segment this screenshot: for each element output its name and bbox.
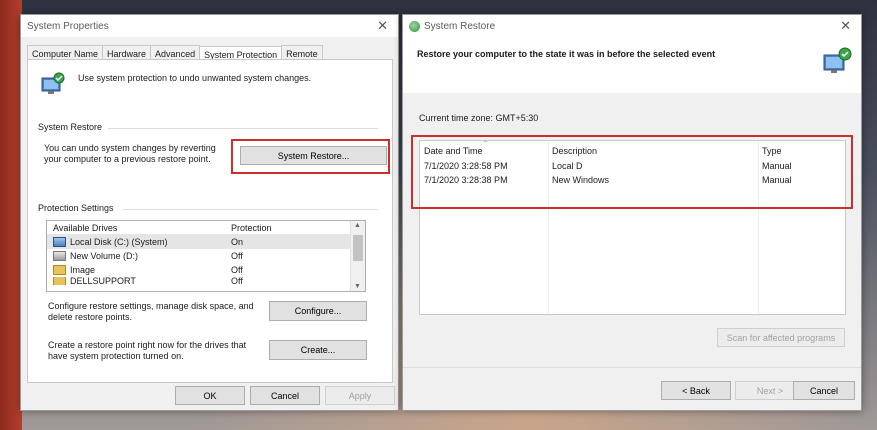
window-title: System Properties [27, 20, 109, 32]
cancel-button[interactable]: Cancel [793, 381, 855, 400]
system-properties-window: System Properties ✕ Computer Name Hardwa… [20, 14, 399, 411]
create-button[interactable]: Create... [269, 340, 367, 360]
drives-scrollbar[interactable]: ▲ ▼ [350, 221, 365, 291]
configure-button[interactable]: Configure... [269, 301, 367, 321]
drive-name: New Volume (D:) [70, 250, 139, 261]
restore-heading: Restore your computer to the state it wa… [417, 49, 716, 59]
system-restore-description: You can undo system changes by reverting… [44, 143, 216, 164]
highlight-box [411, 135, 853, 209]
window-title: System Restore [424, 20, 496, 32]
system-restore-title-icon [409, 20, 420, 32]
intro-text: Use system protection to undo unwanted s… [78, 73, 312, 83]
scroll-down-icon[interactable]: ▼ [354, 283, 361, 290]
create-description: Create a restore point right now for the… [48, 340, 247, 361]
system-protection-panel: Use system protection to undo unwanted s… [27, 59, 393, 383]
drives-list[interactable]: Available Drives Protection Local Disk (… [46, 220, 366, 292]
group-divider [108, 128, 378, 129]
drive-icon [53, 251, 66, 262]
footer-divider [403, 367, 861, 368]
apply-button[interactable]: Apply [325, 386, 395, 405]
drive-name: Local Disk (C:) (System) [70, 236, 168, 247]
system-restore-group-label: System Restore [38, 122, 103, 132]
restore-header-area: Restore your computer to the state it wa… [403, 37, 861, 93]
close-icon[interactable]: ✕ [840, 18, 851, 34]
folder-drive-icon [53, 265, 66, 276]
group-divider [123, 209, 378, 210]
timezone-label: Current time zone: GMT+5:30 [419, 113, 539, 123]
scan-affected-programs-button[interactable]: Scan for affected programs [717, 328, 845, 347]
drive-protection: Off [231, 265, 243, 275]
drive-protection: On [231, 237, 244, 247]
scroll-thumb[interactable] [353, 235, 363, 261]
column-protection[interactable]: Protection [231, 223, 272, 233]
desktop-bridge-graphic [0, 0, 22, 430]
configure-description: Configure restore settings, manage disk … [48, 301, 254, 322]
drive-name: Image [70, 264, 96, 275]
drive-row[interactable]: Image Off [47, 263, 365, 277]
drive-protection: Off [231, 251, 243, 261]
cancel-button[interactable]: Cancel [250, 386, 320, 405]
system-restore-icon [821, 45, 853, 79]
system-drive-icon [53, 237, 66, 248]
drive-row[interactable]: Local Disk (C:) (System) On [47, 235, 365, 249]
ok-button[interactable]: OK [175, 386, 245, 405]
drive-protection: Off [231, 277, 243, 285]
drive-row[interactable]: DELLSUPPORT Off [47, 277, 365, 285]
drives-list-header: Available Drives Protection [47, 221, 365, 235]
close-icon[interactable]: ✕ [377, 18, 388, 34]
system-restore-button[interactable]: System Restore... [240, 146, 387, 165]
folder-drive-icon [53, 277, 66, 285]
protection-settings-group-label: Protection Settings [38, 203, 114, 213]
scroll-up-icon[interactable]: ▲ [354, 222, 361, 229]
back-button[interactable]: < Back [661, 381, 731, 400]
system-protection-icon [40, 72, 66, 98]
drive-row[interactable]: New Volume (D:) Off [47, 249, 365, 263]
column-available-drives[interactable]: Available Drives [47, 223, 231, 233]
system-restore-titlebar: System Restore ✕ [403, 15, 861, 37]
system-restore-window: System Restore ✕ Restore your computer t… [402, 14, 862, 411]
drive-name: DELLSUPPORT [70, 277, 136, 285]
system-properties-titlebar: System Properties ✕ [21, 15, 398, 37]
